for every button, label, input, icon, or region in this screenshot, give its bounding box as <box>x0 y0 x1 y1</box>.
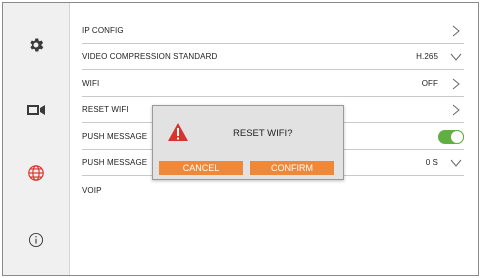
chevron-right-icon[interactable] <box>448 24 464 38</box>
gear-icon[interactable] <box>24 33 48 57</box>
chevron-right-icon[interactable] <box>448 103 464 117</box>
video-compression-label: VIDEO COMPRESSION STANDARD <box>82 52 218 61</box>
toggle-knob <box>450 129 464 144</box>
confirm-button[interactable]: CONFIRM <box>250 161 334 175</box>
sidebar <box>3 3 70 275</box>
warning-icon <box>167 122 189 142</box>
voip-label: VOIP <box>82 185 102 195</box>
wifi-value: OFF <box>421 79 438 88</box>
network-globe-icon[interactable] <box>24 161 48 185</box>
app-window: IP CONFIG VIDEO COMPRESSION STANDARD H.2… <box>2 2 479 276</box>
video-compression-row[interactable]: VIDEO COMPRESSION STANDARD H.265 <box>82 44 464 70</box>
ip-config-row[interactable]: IP CONFIG <box>82 18 464 44</box>
push-message-toggle[interactable] <box>438 129 464 144</box>
reset-wifi-dialog: RESET WIFI? CANCEL CONFIRM <box>152 105 344 180</box>
video-camera-icon[interactable] <box>24 98 48 122</box>
video-compression-value: H.265 <box>416 52 438 61</box>
push-message-interval-value: 0 S <box>425 158 438 167</box>
chevron-right-icon[interactable] <box>448 77 464 91</box>
wifi-label: WIFI <box>82 79 100 88</box>
voip-row[interactable]: VOIP <box>82 177 464 203</box>
info-icon[interactable] <box>24 228 48 252</box>
wifi-row[interactable]: WIFI OFF <box>82 71 464 97</box>
cancel-button[interactable]: CANCEL <box>159 161 243 175</box>
chevron-down-icon[interactable] <box>448 50 464 64</box>
ip-config-label: IP CONFIG <box>82 26 124 35</box>
chevron-down-icon[interactable] <box>448 156 464 170</box>
dialog-title: RESET WIFI? <box>233 128 293 139</box>
